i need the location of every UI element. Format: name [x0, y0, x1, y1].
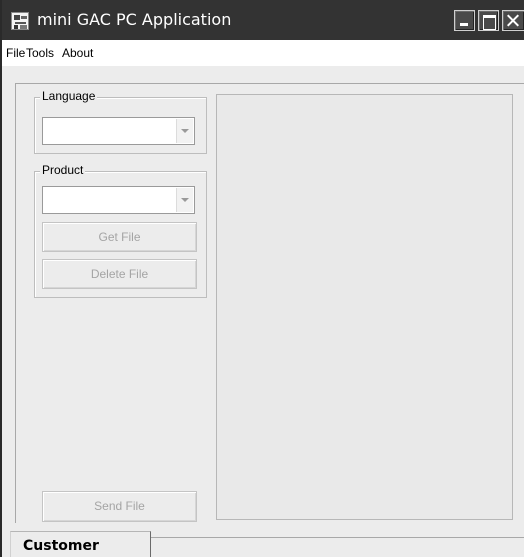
title-bar[interactable]: mini GAC PC Application — [2, 0, 524, 40]
send-file-button[interactable]: Send File — [42, 491, 197, 522]
product-dropdown[interactable] — [42, 186, 195, 214]
tab-customer[interactable]: Customer — [10, 531, 151, 557]
menu-about[interactable]: About — [62, 46, 93, 60]
menu-bar: File Tools About — [2, 40, 524, 66]
product-group-label: Product — [40, 163, 86, 177]
tab-strip-border — [150, 537, 524, 538]
menu-tools[interactable]: Tools — [26, 46, 54, 60]
get-file-button[interactable]: Get File — [42, 222, 197, 252]
language-dropdown[interactable] — [42, 117, 195, 145]
minimize-icon[interactable] — [454, 10, 475, 31]
menu-file[interactable]: File — [6, 46, 25, 60]
maximize-icon[interactable] — [478, 10, 499, 31]
close-icon[interactable] — [502, 10, 524, 31]
language-group-label: Language — [40, 89, 98, 103]
application-window: mini GAC PC Application File Tools About… — [0, 0, 524, 557]
chevron-down-icon[interactable] — [176, 119, 193, 143]
content-display-area — [216, 94, 513, 520]
delete-file-button[interactable]: Delete File — [42, 259, 197, 289]
gac-app-icon[interactable] — [11, 12, 29, 30]
window-title: mini GAC PC Application — [37, 10, 232, 29]
chevron-down-icon[interactable] — [176, 188, 193, 212]
tab-customer-label: Customer — [23, 538, 99, 554]
